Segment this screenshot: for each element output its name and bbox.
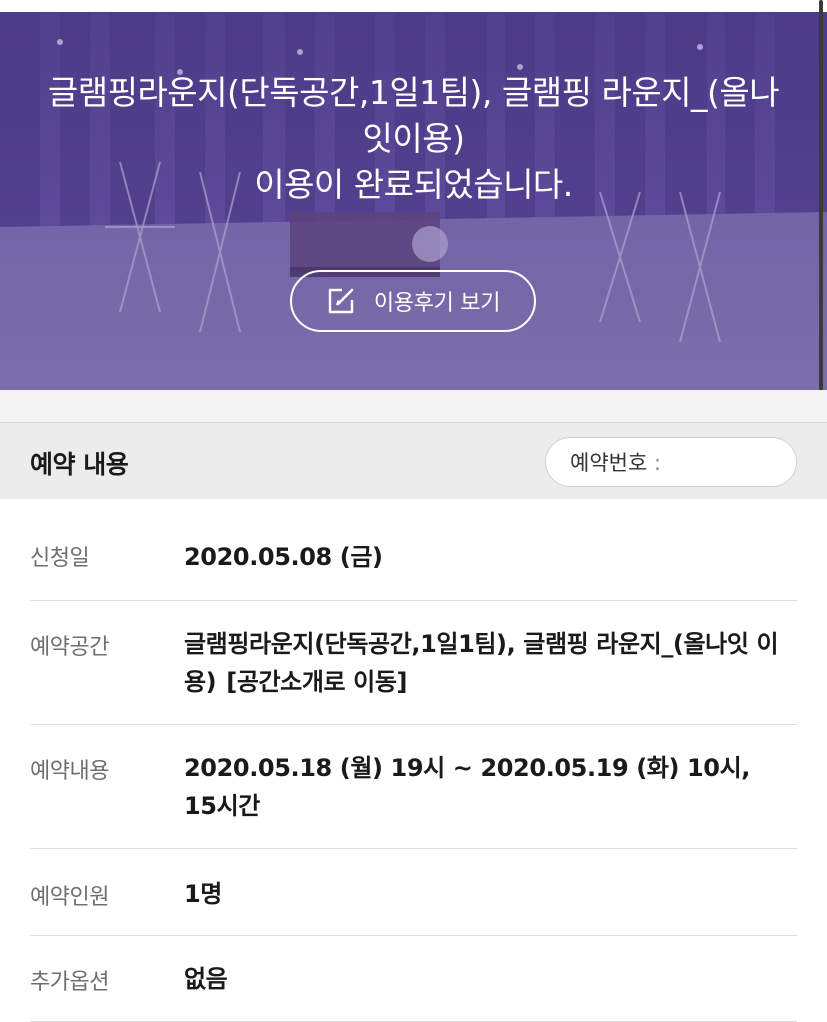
- people-value: 1명: [184, 880, 222, 908]
- reservation-section-header: 예약 내용 예약번호 :: [0, 422, 827, 499]
- detail-row-space: 예약공간 글램핑라운지(단독공간,1일1팀), 글램핑 라운지_(올나잇 이용)…: [30, 601, 797, 725]
- section-title: 예약 내용: [30, 450, 129, 479]
- reservation-detail-page: 글램핑라운지(단독공간,1일1팀), 글램핑 라운지_(올나 잇이용) 이용이 …: [0, 0, 827, 1022]
- section-gap: [0, 390, 827, 422]
- hero-title-line-2: 잇이용): [362, 119, 465, 158]
- options-value: 없음: [184, 965, 228, 993]
- detail-row-people: 예약인원 1명: [30, 849, 797, 936]
- hero-title-line-1: 글램핑라운지(단독공간,1일1팀), 글램핑 라운지_(올나: [47, 73, 780, 112]
- content-value: 2020.05.18 (월) 19시 ~ 2020.05.19 (화) 10시,…: [184, 754, 751, 820]
- space-value-container: 글램핑라운지(단독공간,1일1팀), 글램핑 라운지_(올나잇 이용) [공간소개…: [184, 625, 787, 701]
- view-review-label: 이용후기 보기: [373, 291, 501, 316]
- detail-row-applied-date: 신청일 2020.05.08 (금): [30, 500, 797, 601]
- reservation-number-mask: [664, 442, 794, 484]
- view-review-button[interactable]: 이용후기 보기: [290, 270, 536, 332]
- top-strip: [0, 0, 827, 12]
- reservation-number-label: 예약번호 :: [570, 451, 662, 475]
- options-label: 추가옵션: [30, 970, 109, 995]
- people-label: 예약인원: [30, 885, 109, 910]
- content-label: 예약내용: [30, 759, 109, 784]
- applied-date-value: 2020.05.08 (금): [184, 543, 383, 571]
- space-label: 예약공간: [30, 635, 109, 660]
- detail-row-options: 추가옵션 없음: [30, 936, 797, 1022]
- reservation-number-badge: 예약번호 :: [545, 437, 797, 487]
- applied-date-label: 신청일: [30, 546, 90, 571]
- scrollbar[interactable]: [819, 0, 823, 398]
- completion-message: 글램핑라운지(단독공간,1일1팀), 글램핑 라운지_(올나 잇이용) 이용이 …: [0, 70, 827, 208]
- edit-icon: [328, 288, 354, 314]
- detail-row-content: 예약내용 2020.05.18 (월) 19시 ~ 2020.05.19 (화)…: [30, 725, 797, 849]
- hero-title-line-3: 이용이 완료되었습니다.: [254, 165, 573, 204]
- hero-banner: 글램핑라운지(단독공간,1일1팀), 글램핑 라운지_(올나 잇이용) 이용이 …: [0, 12, 827, 390]
- space-intro-link[interactable]: [공간소개로 이동]: [226, 668, 407, 696]
- reservation-details: 신청일 2020.05.08 (금) 예약공간 글램핑라운지(단독공간,1일1팀…: [30, 500, 797, 1022]
